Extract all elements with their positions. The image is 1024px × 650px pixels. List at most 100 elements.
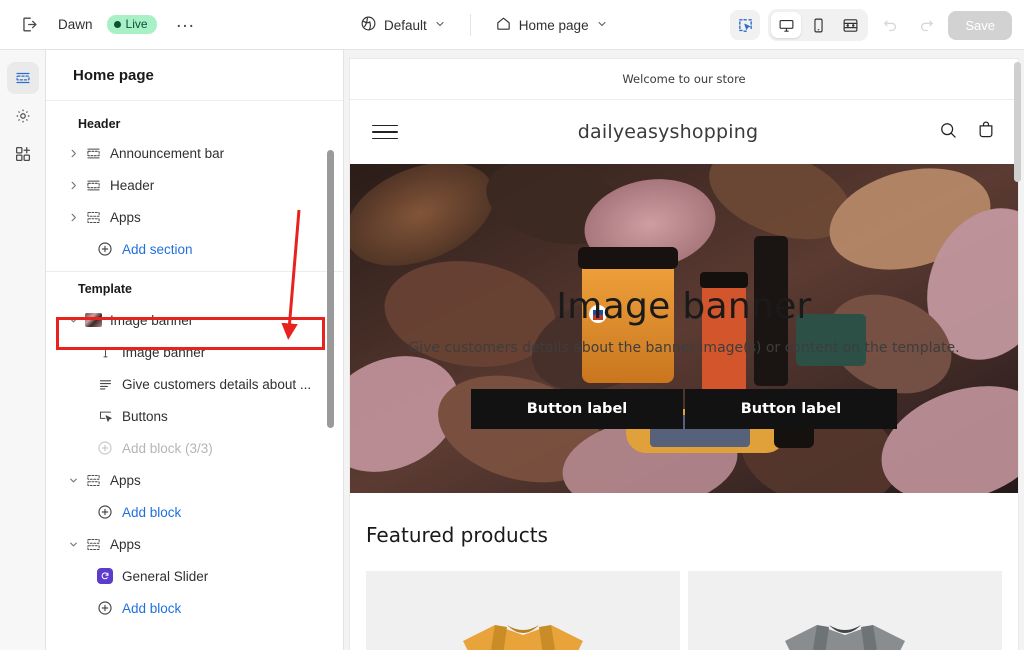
more-options-button[interactable]: ... bbox=[171, 10, 201, 40]
sidebar-item-apps-2[interactable]: Apps bbox=[46, 528, 343, 560]
product-card-1[interactable] bbox=[366, 571, 680, 650]
sidebar-scroll-area: Header Announcement bar Header Apps Add … bbox=[46, 101, 343, 650]
image-banner-section: Image banner Give customers details abou… bbox=[350, 164, 1018, 493]
preview-area: Welcome to our store dailyeasyshopping I… bbox=[344, 50, 1024, 650]
paragraph-icon bbox=[94, 377, 116, 392]
toolbar-right-group: Save bbox=[730, 0, 1012, 50]
button-icon bbox=[94, 409, 116, 424]
sidebar-block-buttons[interactable]: Buttons bbox=[46, 400, 343, 432]
sidebar-item-apps-1[interactable]: Apps bbox=[46, 464, 343, 496]
preview-scrollbar[interactable] bbox=[1014, 62, 1021, 182]
add-block-label: Add block (3/3) bbox=[122, 440, 213, 456]
app-slider-icon bbox=[94, 568, 116, 584]
product-grid bbox=[366, 571, 1002, 650]
view-mode-desktop[interactable] bbox=[771, 12, 802, 38]
view-mode-group bbox=[768, 9, 869, 41]
product-card-2[interactable] bbox=[688, 571, 1002, 650]
toolbar-center-group: Default Home page bbox=[352, 0, 616, 50]
page-select[interactable]: Home page bbox=[487, 10, 616, 40]
market-select-value: Default bbox=[384, 17, 427, 33]
inspector-select-icon[interactable] bbox=[730, 10, 761, 40]
announcement-bar: Welcome to our store bbox=[350, 59, 1018, 100]
sections-sidebar: Home page Header Announcement bar Header… bbox=[46, 50, 344, 650]
theme-editor-app: Dawn Live ... Default Home page Save Hom… bbox=[0, 0, 1024, 650]
text-icon bbox=[94, 345, 116, 360]
chevron-down-icon[interactable] bbox=[64, 539, 82, 550]
add-block-button-apps-1[interactable]: Add block bbox=[46, 496, 343, 528]
sidebar-item-label: Announcement bar bbox=[110, 145, 225, 161]
chevron-down-icon[interactable] bbox=[64, 315, 82, 326]
exit-icon[interactable] bbox=[14, 10, 44, 40]
group-label-template: Template bbox=[78, 282, 132, 296]
sidebar-block-label: Image banner bbox=[122, 344, 206, 360]
page-select-value: Home page bbox=[518, 17, 589, 33]
sidebar-block-general-slider[interactable]: General Slider bbox=[46, 560, 343, 592]
product-image-1 bbox=[463, 625, 583, 650]
featured-products-section: Featured products bbox=[350, 493, 1018, 650]
apps-section-icon bbox=[82, 210, 104, 225]
search-icon[interactable] bbox=[938, 120, 958, 145]
product-image-2 bbox=[785, 625, 905, 650]
plus-circle-icon bbox=[94, 241, 116, 257]
add-block-button-apps-2[interactable]: Add block bbox=[46, 592, 343, 624]
chevron-down-icon bbox=[434, 18, 446, 33]
add-section-label: Add section bbox=[122, 241, 193, 257]
storefront-header: dailyeasyshopping bbox=[350, 100, 1018, 164]
banner-content: Image banner Give customers details abou… bbox=[350, 164, 1018, 493]
market-select[interactable]: Default bbox=[352, 10, 454, 40]
sidebar-item-label: Apps bbox=[110, 209, 141, 225]
section-icon bbox=[82, 178, 104, 193]
editor-body: Home page Header Announcement bar Header… bbox=[0, 50, 1024, 650]
view-mode-fullwidth[interactable] bbox=[835, 12, 865, 38]
sidebar-block-paragraph[interactable]: Give customers details about ... bbox=[46, 368, 343, 400]
left-icon-rail bbox=[0, 50, 46, 650]
plus-circle-icon bbox=[94, 600, 116, 616]
sidebar-block-label: Give customers details about ... bbox=[122, 376, 312, 392]
rail-item-sections[interactable] bbox=[6, 62, 39, 94]
add-block-label: Add block bbox=[122, 504, 182, 520]
toolbar-divider bbox=[469, 14, 471, 36]
sidebar-item-announcement-bar[interactable]: Announcement bar bbox=[46, 137, 343, 169]
globe-icon bbox=[360, 15, 377, 35]
undo-icon[interactable] bbox=[876, 11, 904, 39]
status-badge: Live bbox=[106, 15, 157, 34]
top-toolbar: Dawn Live ... Default Home page Save bbox=[0, 0, 1024, 50]
section-icon bbox=[82, 146, 104, 161]
featured-products-title: Featured products bbox=[366, 523, 548, 547]
rail-item-settings[interactable] bbox=[7, 100, 39, 132]
cart-icon[interactable] bbox=[976, 120, 996, 145]
chevron-down-icon[interactable] bbox=[64, 475, 82, 486]
add-block-label: Add block bbox=[122, 600, 182, 616]
sidebar-item-image-banner[interactable]: Image banner bbox=[46, 304, 343, 336]
sidebar-divider bbox=[46, 271, 343, 272]
hamburger-icon[interactable] bbox=[372, 124, 398, 140]
banner-button-2[interactable]: Button label bbox=[685, 389, 897, 429]
shop-name: dailyeasyshopping bbox=[577, 121, 759, 143]
chevron-right-icon[interactable] bbox=[64, 212, 82, 223]
chevron-right-icon[interactable] bbox=[64, 180, 82, 191]
redo-icon[interactable] bbox=[912, 11, 940, 39]
image-thumb-icon bbox=[82, 313, 104, 327]
view-mode-mobile[interactable] bbox=[803, 12, 833, 38]
sidebar-block-label: General Slider bbox=[122, 568, 209, 584]
chevron-right-icon[interactable] bbox=[64, 148, 82, 159]
sidebar-item-apps-header[interactable]: Apps bbox=[46, 201, 343, 233]
home-icon bbox=[495, 15, 512, 35]
sidebar-block-label: Buttons bbox=[122, 408, 168, 424]
theme-name: Dawn bbox=[58, 17, 93, 32]
sidebar-item-label: Image banner bbox=[110, 312, 194, 328]
sidebar-item-label: Apps bbox=[110, 472, 141, 488]
sidebar-item-label: Apps bbox=[110, 536, 141, 552]
rail-item-apps[interactable] bbox=[7, 138, 39, 170]
save-button[interactable]: Save bbox=[948, 10, 1012, 40]
ellipsis-icon: ... bbox=[176, 10, 195, 32]
toolbar-left-group: Dawn Live ... bbox=[0, 10, 201, 40]
banner-subtext: Give customers details about the banner … bbox=[408, 340, 960, 356]
banner-button-1[interactable]: Button label bbox=[471, 389, 683, 429]
sidebar-item-header[interactable]: Header bbox=[46, 169, 343, 201]
apps-section-icon bbox=[82, 473, 104, 488]
live-dot-icon bbox=[113, 20, 121, 28]
sidebar-block-image-banner-heading[interactable]: Image banner bbox=[46, 336, 343, 368]
sidebar-scrollbar[interactable] bbox=[327, 150, 334, 428]
add-section-button[interactable]: Add section bbox=[46, 233, 343, 265]
